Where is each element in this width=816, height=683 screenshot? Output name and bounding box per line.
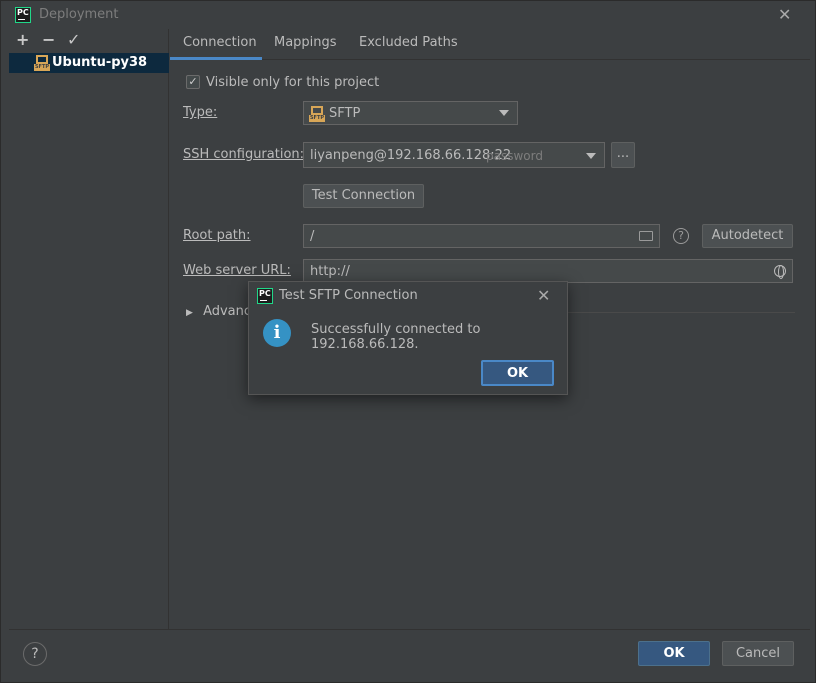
root-path-label: Root path: bbox=[183, 228, 251, 243]
server-item-ubuntu-py38[interactable]: SFTP Ubuntu-py38 bbox=[9, 53, 169, 73]
close-icon[interactable]: ✕ bbox=[778, 7, 791, 23]
root-path-help-icon[interactable]: ? bbox=[673, 228, 689, 244]
ssh-config-select[interactable]: liyanpeng@192.168.66.128:22 password bbox=[303, 142, 605, 168]
server-list-sidebar: + − ✓ SFTP Ubuntu-py38 bbox=[9, 29, 169, 629]
remove-server-button[interactable]: − bbox=[42, 31, 55, 49]
tab-mappings[interactable]: Mappings bbox=[274, 35, 337, 50]
dialog-title: Test SFTP Connection bbox=[279, 288, 418, 303]
ok-button[interactable]: OK bbox=[638, 641, 710, 666]
ssh-auth-hint: password bbox=[486, 149, 543, 163]
type-select-value: SFTP bbox=[329, 106, 361, 121]
cancel-button[interactable]: Cancel bbox=[722, 641, 794, 666]
type-label: Type: bbox=[183, 105, 218, 120]
type-select[interactable]: SFTP SFTP bbox=[303, 101, 518, 125]
root-path-input[interactable]: / bbox=[303, 224, 660, 248]
title-bar: PC Deployment ✕ bbox=[1, 1, 816, 29]
sftp-type-icon: SFTP bbox=[309, 106, 325, 122]
chevron-down-icon bbox=[586, 153, 596, 159]
dialog-message: Successfully connected to 192.168.66.128… bbox=[311, 322, 481, 352]
sidebar-toolbar: + − ✓ bbox=[9, 29, 168, 53]
ssh-config-more-button[interactable]: ... bbox=[611, 142, 635, 168]
chevron-down-icon bbox=[499, 110, 509, 116]
globe-icon[interactable] bbox=[774, 265, 786, 279]
chevron-right-icon: ▶ bbox=[186, 308, 193, 318]
root-path-value: / bbox=[310, 229, 315, 244]
web-server-url-label: Web server URL: bbox=[183, 263, 291, 278]
autodetect-button[interactable]: Autodetect bbox=[702, 224, 793, 248]
close-icon[interactable]: ✕ bbox=[537, 288, 550, 304]
sftp-server-icon: SFTP bbox=[34, 55, 50, 71]
pycharm-logo-icon: PC bbox=[257, 288, 273, 304]
set-default-button[interactable]: ✓ bbox=[67, 31, 80, 49]
deployment-window: PC Deployment ✕ + − ✓ SFTP Ubuntu-py38 C… bbox=[0, 0, 816, 683]
visible-only-checkbox[interactable]: ✓ bbox=[186, 75, 200, 89]
visible-only-label: Visible only for this project bbox=[206, 75, 380, 90]
folder-icon[interactable] bbox=[639, 231, 653, 241]
dialog-ok-button[interactable]: OK bbox=[481, 360, 554, 386]
test-connection-button[interactable]: Test Connection bbox=[303, 184, 424, 208]
server-item-label: Ubuntu-py38 bbox=[52, 55, 148, 70]
settings-tabs: Connection Mappings Excluded Paths bbox=[170, 29, 810, 60]
pycharm-logo-icon: PC bbox=[15, 7, 31, 23]
help-button[interactable]: ? bbox=[23, 642, 47, 666]
window-title: Deployment bbox=[39, 7, 119, 22]
web-server-url-value: http:// bbox=[310, 264, 350, 279]
tab-connection[interactable]: Connection bbox=[183, 35, 257, 50]
active-tab-indicator bbox=[170, 57, 262, 60]
add-server-button[interactable]: + bbox=[16, 31, 29, 49]
tab-excluded-paths[interactable]: Excluded Paths bbox=[359, 35, 458, 50]
ssh-config-label: SSH configuration: bbox=[183, 147, 305, 162]
ssh-config-value: liyanpeng@192.168.66.128:22 bbox=[310, 148, 512, 163]
info-icon: i bbox=[263, 319, 291, 347]
web-server-url-input[interactable]: http:// bbox=[303, 259, 793, 283]
test-sftp-connection-dialog: PC Test SFTP Connection ✕ i Successfully… bbox=[248, 281, 568, 395]
